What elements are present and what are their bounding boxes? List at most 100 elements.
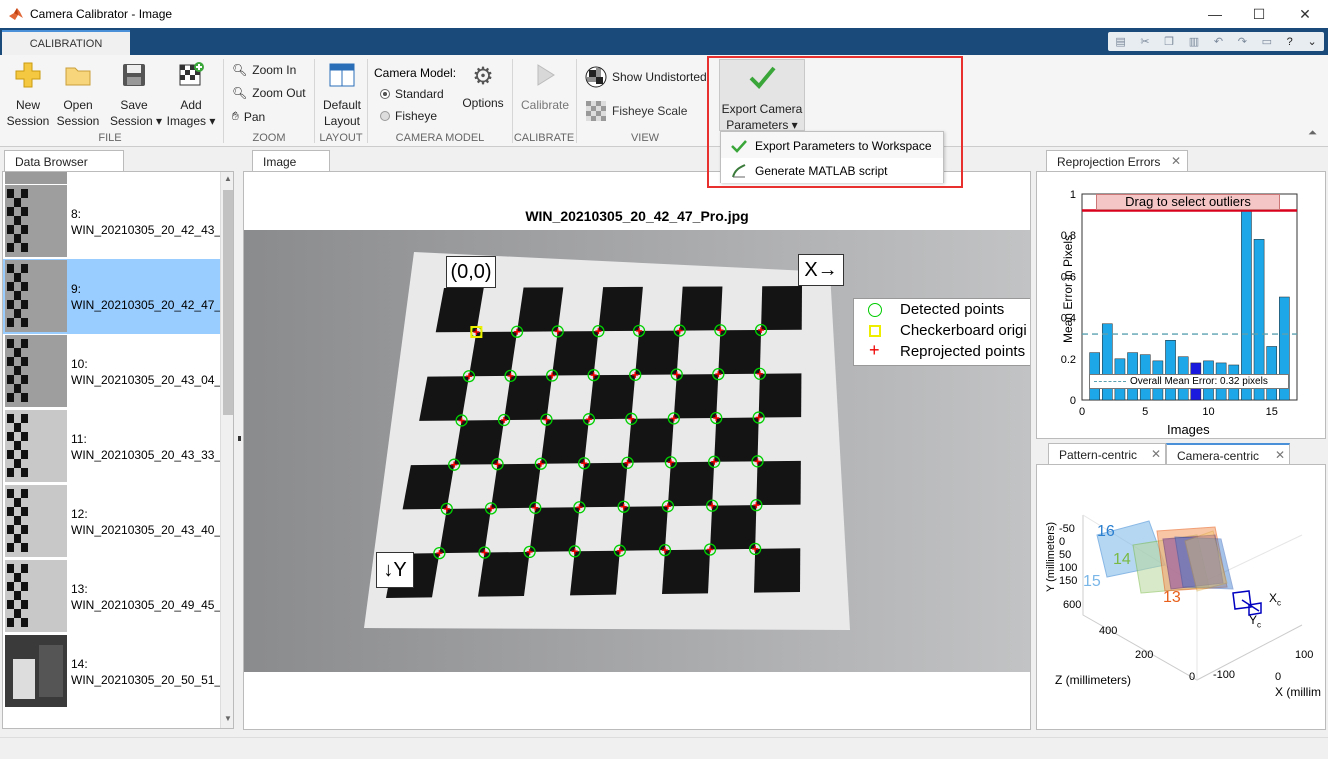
list-item[interactable]: 8: WIN_20210305_20_42_43_ bbox=[3, 184, 221, 259]
export-camera-parameters-button[interactable]: Export Camera Parameters ▾ bbox=[719, 59, 805, 132]
reprojection-panel: 0 0.2 0.4 0.6 0.8 1 0 5 10 15 Drag to select outl… bbox=[1036, 171, 1326, 439]
zoom-out-label: Zoom Out bbox=[252, 86, 306, 100]
yc-text: Y bbox=[1249, 613, 1258, 627]
zoom-out-button[interactable]: 🔍︎ Zoom Out bbox=[232, 86, 306, 100]
minimize-button[interactable]: — bbox=[1192, 0, 1238, 28]
reprojected-points-icon: + bbox=[869, 340, 880, 360]
thumbnail-image bbox=[5, 185, 67, 257]
y-tick-label: 0 bbox=[1059, 536, 1066, 548]
pan-label: Pan bbox=[243, 109, 266, 124]
maximize-button[interactable]: ☐ bbox=[1236, 0, 1282, 28]
checker-square bbox=[718, 330, 762, 375]
add-images-button[interactable]: Add Images ▾ bbox=[164, 61, 218, 129]
file-section-label: FILE bbox=[98, 132, 122, 144]
image-legend: Detected points Checkerboard origi + Rep… bbox=[853, 298, 1030, 366]
zoom-out-icon: 🔍︎ bbox=[232, 86, 248, 100]
thumbnail-index: 11: bbox=[71, 432, 87, 446]
green-check-icon bbox=[749, 66, 776, 89]
generate-script-item[interactable]: Generate MATLAB script bbox=[721, 158, 943, 183]
checker-square bbox=[454, 420, 505, 465]
checker-square bbox=[619, 506, 668, 551]
thumbnail-index: 9: bbox=[71, 282, 82, 296]
tab-pattern-centric[interactable]: Pattern-centric ✕ bbox=[1048, 443, 1166, 465]
floppy-icon bbox=[123, 64, 145, 86]
thumbnail-image bbox=[5, 410, 67, 482]
y-tick-label: 50 bbox=[1059, 549, 1072, 561]
show-undistorted-button[interactable]: Show Undistorted bbox=[585, 66, 707, 88]
fisheye-label: Fisheye bbox=[395, 109, 438, 123]
export-to-workspace-item[interactable]: Export Parameters to Workspace bbox=[721, 133, 943, 158]
collapse-icon[interactable]: ⌄ bbox=[1307, 35, 1316, 48]
undo-icon[interactable]: ↶ bbox=[1214, 35, 1223, 48]
scrollbar-thumb[interactable] bbox=[223, 190, 233, 415]
new-session-button[interactable]: New Session bbox=[6, 61, 50, 129]
save-session-button[interactable]: Save Session ▾ bbox=[110, 61, 162, 129]
copy-icon[interactable]: ❐ bbox=[1164, 35, 1174, 48]
thumbnail-partial bbox=[5, 172, 67, 184]
drag-outliers-label[interactable]: Drag to select outliers bbox=[1096, 194, 1280, 210]
calibration-image bbox=[244, 230, 1030, 672]
default-layout-button[interactable]: Default Layout bbox=[320, 61, 364, 129]
x-axis-title: Images bbox=[1167, 422, 1210, 437]
yc-subscript: c bbox=[1257, 620, 1262, 630]
options-button[interactable]: ⚙ Options bbox=[458, 63, 508, 111]
list-item[interactable]: 11: WIN_20210305_20_43_33_ bbox=[3, 409, 221, 484]
fisheye-radio[interactable]: Fisheye bbox=[380, 109, 437, 123]
thumbnail-image bbox=[5, 560, 67, 632]
hand-icon: ✋︎ bbox=[232, 109, 239, 123]
list-item[interactable]: 14: WIN_20210305_20_50_51_ bbox=[3, 634, 221, 709]
close-tab-icon[interactable]: ✕ bbox=[1171, 154, 1181, 168]
close-tab-icon[interactable]: ✕ bbox=[1275, 448, 1285, 462]
standard-radio[interactable]: Standard bbox=[380, 87, 444, 101]
thumbnail-index: 10: bbox=[71, 357, 88, 371]
calibrate-button[interactable]: Calibrate bbox=[518, 61, 572, 113]
checker-square bbox=[419, 376, 469, 421]
thumbnail-filename: WIN_20210305_20_50_51_ bbox=[71, 673, 222, 687]
fisheye-scale-button[interactable]: Fisheye Scale bbox=[585, 100, 687, 122]
xc-subscript: c bbox=[1277, 598, 1282, 608]
pan-button[interactable]: ✋︎ Pan bbox=[232, 109, 265, 124]
data-browser-scrollbar[interactable]: ▲ ▼ bbox=[220, 172, 233, 728]
tab-data-browser[interactable]: Data Browser bbox=[4, 150, 124, 172]
list-item[interactable]: 12: WIN_20210305_20_43_40_ bbox=[3, 484, 221, 559]
help-icon[interactable]: ? bbox=[1287, 36, 1293, 48]
y-tick-label: -50 bbox=[1059, 523, 1075, 535]
splitter-handle[interactable] bbox=[238, 436, 241, 441]
camera-model-section-label: CAMERA MODEL bbox=[395, 132, 485, 144]
scroll-up-icon[interactable]: ▲ bbox=[224, 174, 232, 183]
save-icon[interactable]: ▤ bbox=[1115, 35, 1125, 48]
cut-icon[interactable]: ✂ bbox=[1140, 35, 1149, 48]
collapse-ribbon-icon[interactable]: ⏶ bbox=[1308, 127, 1317, 140]
list-item[interactable]: 9: WIN_20210305_20_42_47_ bbox=[3, 259, 221, 334]
list-item[interactable]: 13: WIN_20210305_20_49_45_ bbox=[3, 559, 221, 634]
export-to-workspace-label: Export Parameters to Workspace bbox=[755, 138, 932, 153]
z-tick-label: 600 bbox=[1063, 599, 1082, 611]
z-tick-label: 0 bbox=[1189, 671, 1196, 683]
plus-icon bbox=[15, 62, 41, 88]
open-session-button[interactable]: Open Session bbox=[56, 61, 100, 129]
redo-icon[interactable]: ↷ bbox=[1238, 35, 1247, 48]
z-axis-title: Z (millimeters) bbox=[1055, 673, 1131, 687]
scroll-down-icon[interactable]: ▼ bbox=[224, 714, 232, 723]
y-tick-label: 150 bbox=[1059, 575, 1078, 587]
fisheye-scale-icon bbox=[586, 101, 606, 121]
tab-reprojection-errors[interactable]: Reprojection Errors ✕ bbox=[1046, 150, 1188, 172]
tab-calibration[interactable]: CALIBRATION bbox=[2, 30, 130, 55]
checker-square bbox=[588, 374, 636, 420]
close-button[interactable]: ✕ bbox=[1282, 0, 1328, 28]
thumbnail-index: 13: bbox=[71, 582, 88, 596]
close-tab-icon[interactable]: ✕ bbox=[1151, 447, 1161, 461]
y-tick-label: 1 bbox=[1070, 189, 1076, 201]
tab-camera-centric[interactable]: Camera-centric ✕ bbox=[1166, 443, 1290, 465]
layout-icon[interactable]: ▭ bbox=[1262, 35, 1272, 48]
zoom-in-button[interactable]: 🔍︎ Zoom In bbox=[232, 63, 296, 77]
y-tick-label: 0.2 bbox=[1061, 354, 1076, 366]
y-tick-label: 100 bbox=[1059, 562, 1078, 574]
status-bar bbox=[0, 737, 1328, 759]
zoom-in-label: Zoom In bbox=[252, 63, 297, 77]
reprojection-chart: 00.20.40.60.810 5 10 15 bbox=[1061, 189, 1298, 418]
tab-image[interactable]: Image bbox=[252, 150, 330, 172]
export-camera-parameters-label: Export Camera Parameters ▾ bbox=[721, 102, 803, 132]
paste-icon[interactable]: ▥ bbox=[1189, 35, 1199, 48]
list-item[interactable]: 10: WIN_20210305_20_43_04_ bbox=[3, 334, 221, 409]
